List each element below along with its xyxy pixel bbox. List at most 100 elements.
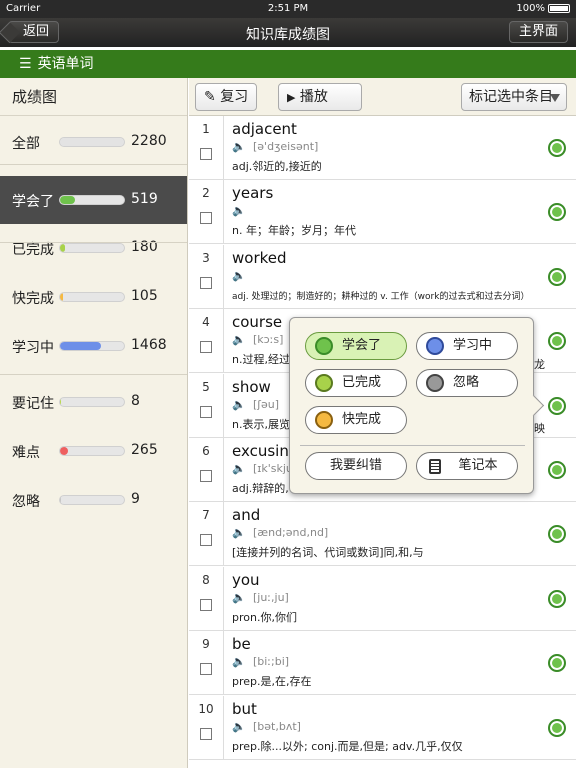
row-checkbox[interactable] — [200, 598, 212, 611]
done-option[interactable]: 已完成 — [305, 369, 407, 397]
word-text: be — [232, 635, 251, 654]
correct-error-button[interactable]: 我要纠错 — [305, 452, 407, 480]
word-row[interactable]: 9 be 🔈 [biː;bi] prep.是,在,存在 — [189, 631, 576, 696]
word-text: years — [232, 184, 274, 203]
speaker-icon[interactable]: 🔈 — [232, 462, 246, 475]
sidebar-divider — [0, 164, 187, 165]
battery-percent: 100% — [516, 3, 545, 14]
word-text: adjacent — [232, 120, 297, 138]
score-sidebar: 成绩图 全部 2280 学会了 519 已完成 180 快完成 105 学习中 1468 要记住 8 难… — [0, 78, 188, 768]
play-button[interactable]: ▶ 播放 — [278, 83, 362, 111]
progress-fill — [60, 398, 61, 406]
sidebar-item-3[interactable]: 快完成 105 — [0, 273, 187, 321]
word-row[interactable]: 1 adjacent 🔈 [ə'dʒeisənt] adj.邻近的,接近的 — [189, 116, 576, 180]
status-dot-icon[interactable] — [548, 139, 566, 157]
speaker-icon[interactable]: 🔈 — [232, 333, 246, 346]
row-number: 2 — [202, 186, 210, 201]
row-divider — [223, 180, 224, 245]
progress-fill — [60, 293, 64, 301]
phonetic-text: [kɔːs] — [253, 333, 284, 347]
sidebar-item-4[interactable]: 学习中 1468 — [0, 322, 187, 370]
row-divider — [223, 244, 224, 309]
definition-overflow: 映 — [534, 422, 545, 435]
learning-option[interactable]: 学习中 — [416, 332, 518, 360]
status-dot-icon[interactable] — [548, 589, 566, 608]
subject-header[interactable]: ☰ 英语单词 — [0, 50, 576, 78]
learning-label: 学习中 — [453, 338, 493, 353]
sidebar-item-2[interactable]: 已完成 180 — [0, 224, 187, 272]
home-button[interactable]: 主界面 — [508, 21, 568, 43]
definition-text: prep.除...以外; conj.而是,但是; adv.几乎,仅仅 — [232, 739, 463, 753]
sidebar-item-0[interactable]: 全部 2280 — [0, 118, 187, 166]
speaker-icon[interactable]: 🔈 — [232, 655, 246, 668]
speaker-icon[interactable]: 🔈 — [232, 398, 246, 411]
progress-bar — [59, 446, 125, 456]
speaker-icon[interactable]: 🔈 — [232, 204, 246, 217]
speaker-icon[interactable]: 🔈 — [232, 591, 246, 604]
row-checkbox[interactable] — [200, 470, 212, 482]
row-number: 6 — [202, 444, 210, 458]
sidebar-item-5[interactable]: 要记住 8 — [0, 378, 187, 426]
ignore-option[interactable]: 忽略 — [416, 369, 518, 397]
status-dot-icon[interactable] — [548, 396, 566, 415]
row-checkbox[interactable] — [200, 727, 212, 740]
sidebar-item-6[interactable]: 难点 265 — [0, 427, 187, 475]
sidebar-item-count: 8 — [131, 393, 140, 409]
sidebar-item-7[interactable]: 忽略 9 — [0, 476, 187, 524]
phonetic-text: [ænd;ənd,nd] — [253, 526, 329, 540]
word-row[interactable]: 7 and 🔈 [ænd;ənd,nd] [连接并列的名词、代词或数词]同,和,与 — [189, 502, 576, 567]
row-checkbox[interactable] — [200, 534, 212, 547]
sidebar-item-1[interactable]: 学会了 519 — [0, 176, 187, 224]
word-text: show — [232, 377, 271, 396]
review-label: 复习 — [220, 89, 249, 105]
almost-option[interactable]: 快完成 — [305, 406, 407, 434]
row-checkbox[interactable] — [200, 663, 212, 676]
speaker-icon[interactable]: 🔈 — [232, 720, 246, 733]
row-number: 8 — [202, 572, 210, 587]
orange-dot-icon — [315, 411, 333, 429]
status-dot-icon[interactable] — [548, 203, 566, 222]
learned-label: 学会了 — [342, 338, 382, 353]
progress-fill — [60, 496, 61, 504]
done-label: 已完成 — [342, 375, 382, 390]
row-divider — [223, 502, 224, 567]
speaker-icon[interactable]: 🔈 — [232, 526, 246, 539]
sidebar-item-label: 学习中 — [12, 340, 54, 356]
status-dot-icon[interactable] — [548, 654, 566, 673]
phonetic-text: [ɪk'skju — [253, 462, 293, 475]
sidebar-item-count: 2280 — [131, 133, 167, 149]
definition-text: [连接并列的名词、代词或数词]同,和,与 — [232, 546, 424, 560]
sidebar-item-count: 265 — [131, 442, 158, 458]
row-checkbox[interactable] — [200, 405, 212, 418]
phonetic-text: [juː,ju] — [253, 590, 289, 604]
progress-bar — [59, 137, 125, 147]
menu-icon[interactable]: ☰ — [19, 56, 32, 72]
status-bar: Carrier 2:51 PM 100% — [0, 0, 576, 18]
learned-option[interactable]: 学会了 — [305, 332, 407, 360]
speaker-icon[interactable]: 🔈 — [232, 269, 246, 282]
notebook-button[interactable]: 笔记本 — [416, 452, 518, 480]
status-dot-icon[interactable] — [548, 267, 566, 286]
word-row[interactable]: 2 years 🔈 n. 年；年龄；岁月；年代 — [189, 180, 576, 245]
row-checkbox[interactable] — [200, 148, 212, 160]
word-row[interactable]: 10 but 🔈 [bət,bʌt] prep.除...以外; conj.而是,但是; … — [189, 695, 576, 760]
progress-fill — [60, 244, 66, 252]
row-checkbox[interactable] — [200, 212, 212, 225]
word-text: and — [232, 506, 261, 525]
word-row[interactable]: 8 you 🔈 [juː,ju] pron.你,你们 — [189, 566, 576, 631]
green-dot-icon — [315, 337, 333, 355]
definition-overflow: 龙 — [534, 358, 545, 371]
row-checkbox[interactable] — [200, 276, 212, 289]
speaker-icon[interactable]: 🔈 — [232, 140, 246, 153]
row-number: 3 — [202, 250, 210, 265]
status-dot-icon[interactable] — [548, 718, 566, 737]
notebook-icon — [429, 459, 441, 474]
status-dot-icon[interactable] — [548, 332, 566, 351]
review-button[interactable]: ✎ 复习 — [195, 83, 258, 111]
status-dot-icon[interactable] — [548, 461, 566, 479]
status-dot-icon[interactable] — [548, 525, 566, 544]
mark-selected-dropdown[interactable]: 标记选中条目 — [461, 83, 567, 111]
row-checkbox[interactable] — [200, 341, 212, 354]
row-divider — [223, 373, 224, 438]
word-row[interactable]: 3 worked 🔈 adj. 处理过的；制造好的；耕种过的 v. 工作（work的过… — [189, 244, 576, 309]
